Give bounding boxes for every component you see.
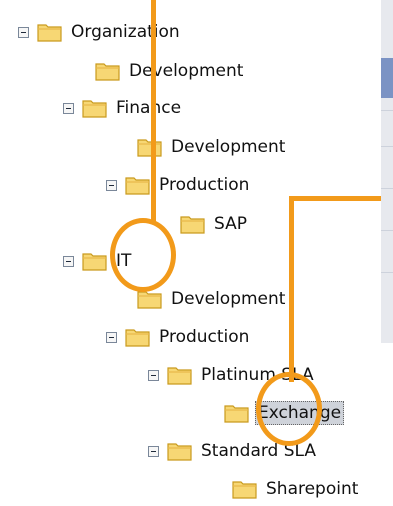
tree-node-finance-production[interactable]: Production	[106, 168, 252, 202]
collapse-toggle-icon[interactable]	[63, 102, 74, 114]
folder-icon	[180, 213, 206, 235]
tree-node-label[interactable]: Development	[168, 287, 288, 311]
tree-node-finance-development[interactable]: Development	[137, 130, 288, 164]
callout-line	[289, 196, 381, 201]
tree-node-label[interactable]: Organization	[68, 20, 183, 44]
folder-icon	[167, 364, 193, 386]
tree-node-it-development[interactable]: Development	[137, 282, 288, 316]
callout-ring	[256, 372, 322, 446]
folder-icon	[224, 402, 250, 424]
collapse-toggle-icon[interactable]	[106, 179, 117, 191]
callout-line	[151, 0, 156, 224]
tree-node-label[interactable]: Sharepoint	[263, 477, 361, 501]
tree-node-finance[interactable]: Finance	[63, 91, 184, 125]
folder-icon	[137, 136, 163, 158]
tree-node-sap[interactable]: SAP	[180, 207, 250, 241]
tree-node-label[interactable]: Production	[156, 173, 252, 197]
folder-icon	[95, 60, 121, 82]
tree-node-org-development[interactable]: Development	[95, 54, 246, 88]
collapse-toggle-icon[interactable]	[18, 26, 29, 38]
folder-icon	[232, 478, 258, 500]
tree-node-organization[interactable]: Organization	[18, 15, 183, 49]
tree-node-it-production[interactable]: Production	[106, 320, 252, 354]
tree-node-label[interactable]: Production	[156, 325, 252, 349]
folder-icon	[82, 250, 108, 272]
tree-node-label[interactable]: Development	[168, 135, 288, 159]
callout-line	[289, 196, 294, 382]
folder-icon	[167, 440, 193, 462]
collapse-toggle-icon[interactable]	[148, 445, 159, 457]
callout-ring	[110, 218, 176, 292]
collapse-toggle-icon[interactable]	[148, 369, 159, 381]
folder-icon	[125, 174, 151, 196]
tree-node-label[interactable]: Finance	[113, 96, 184, 120]
collapse-toggle-icon[interactable]	[63, 255, 74, 267]
folder-icon	[82, 97, 108, 119]
folder-icon	[37, 21, 63, 43]
tree-node-label[interactable]: SAP	[211, 212, 250, 236]
folder-icon	[125, 326, 151, 348]
tree-node-label[interactable]: Development	[126, 59, 246, 83]
collapse-toggle-icon[interactable]	[106, 331, 117, 343]
